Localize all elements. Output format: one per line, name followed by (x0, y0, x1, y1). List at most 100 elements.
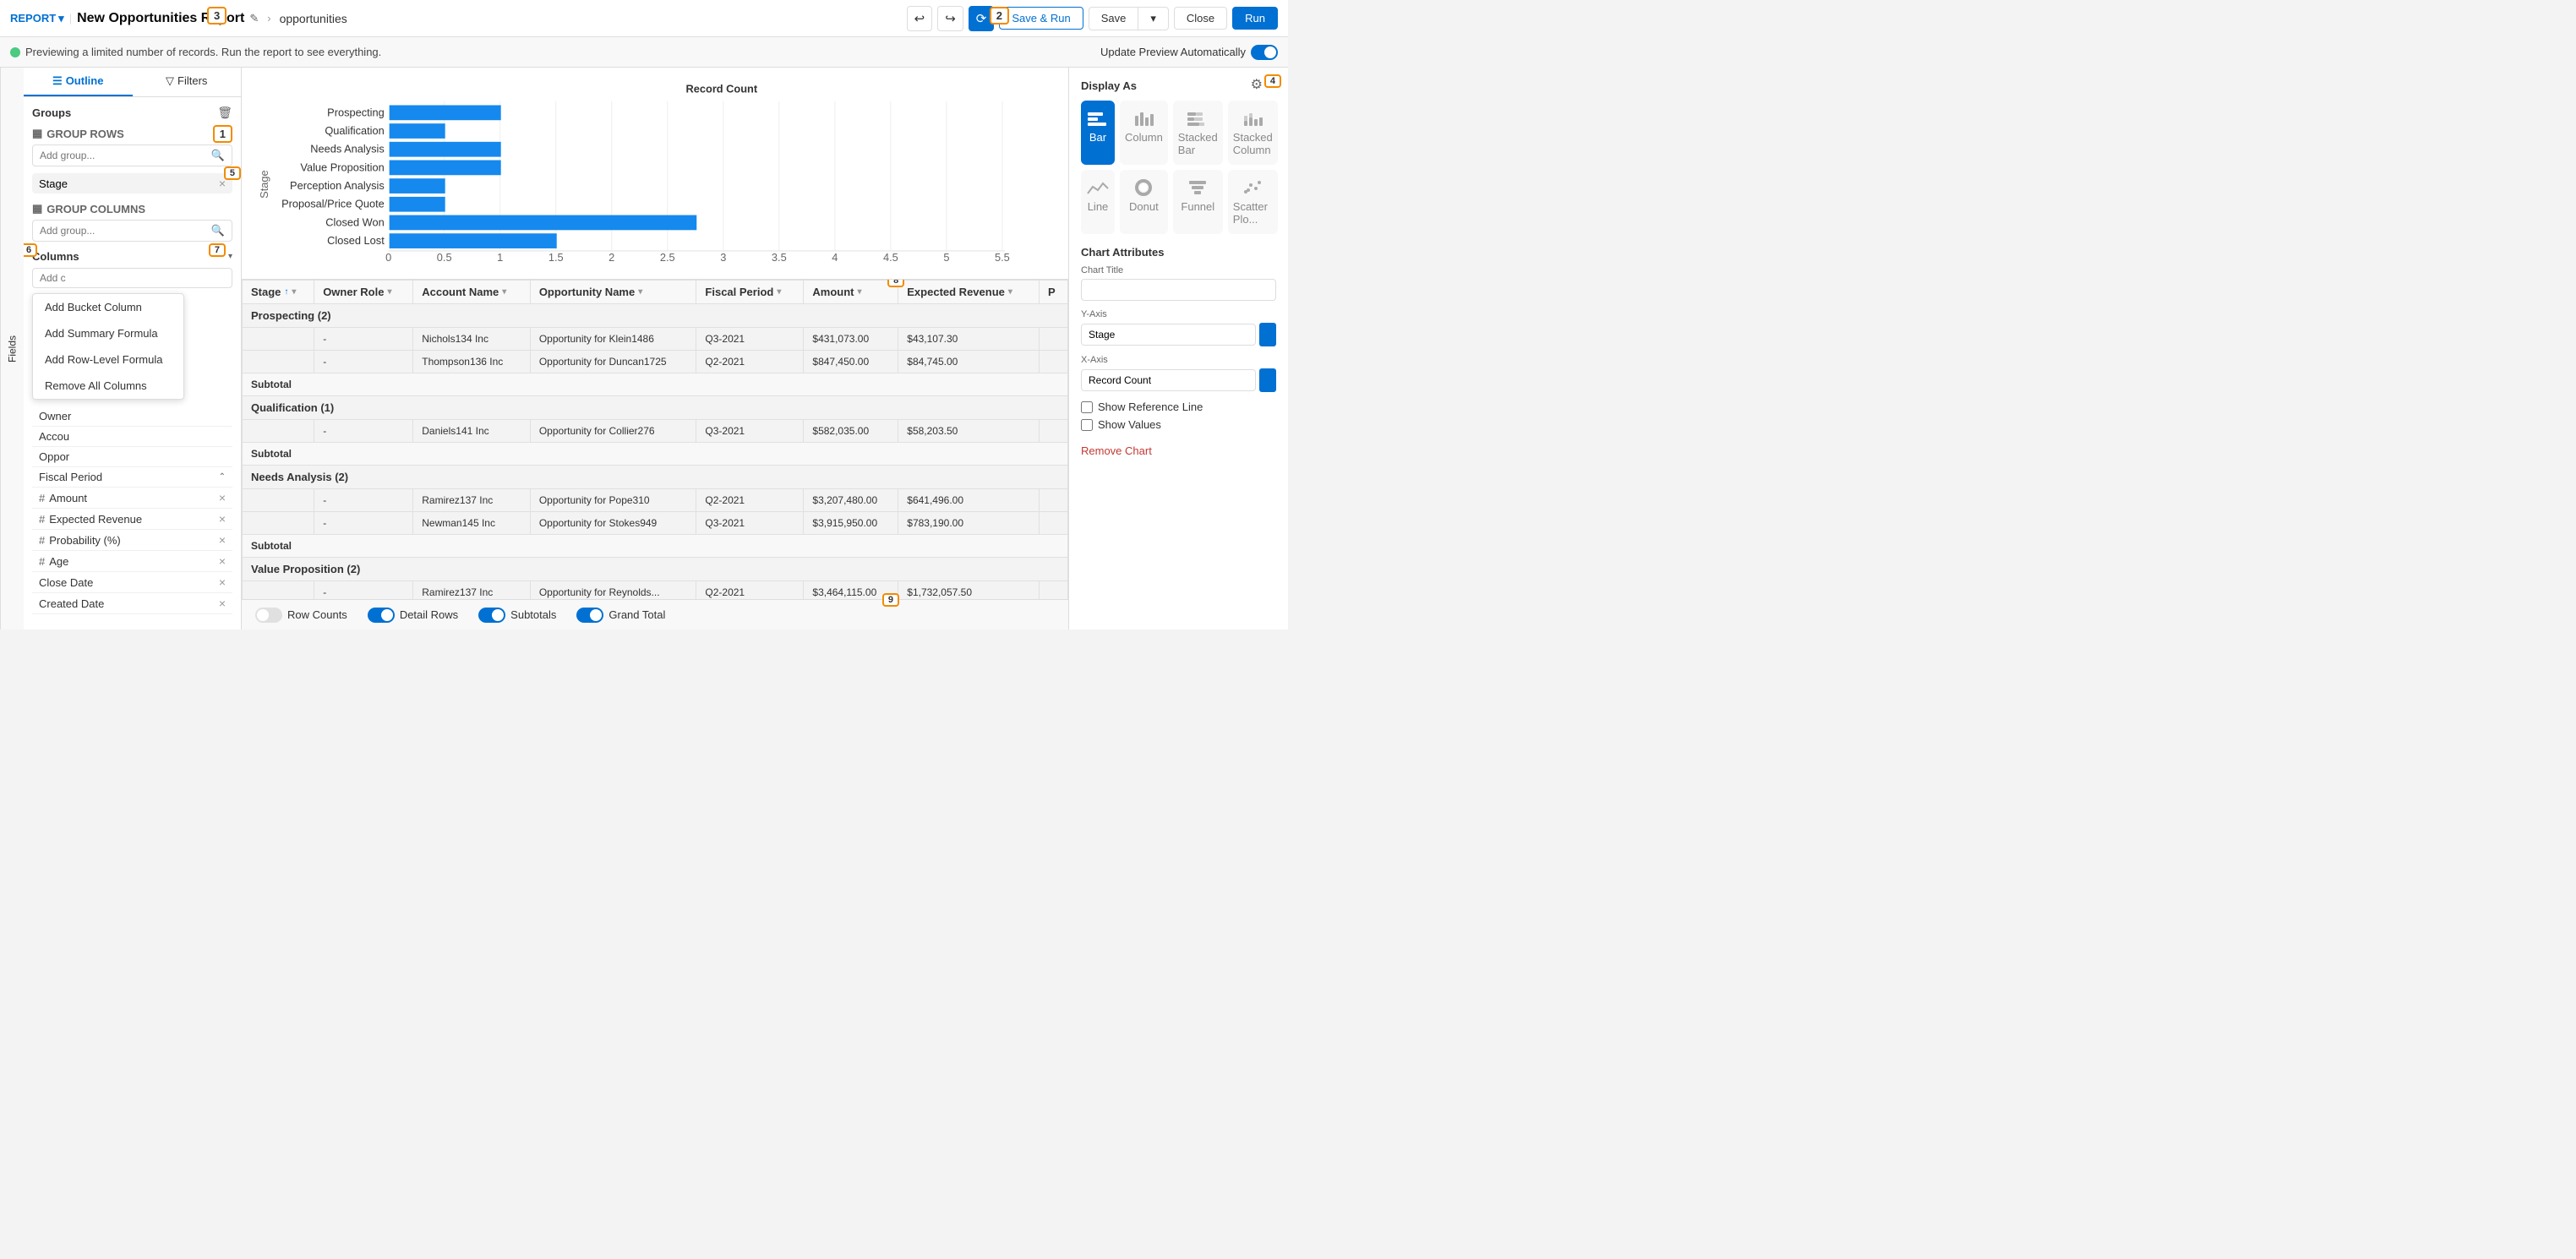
redo-button[interactable]: ↪ (937, 6, 963, 31)
chart-y-title: Stage (258, 170, 270, 198)
col-created-date-remove[interactable]: × (219, 597, 226, 610)
opp-filter-icon[interactable]: ▾ (638, 287, 642, 297)
x-axis-color-swatch[interactable] (1259, 368, 1276, 392)
add-bucket-col-item[interactable]: Add Bucket Column (33, 294, 183, 320)
save-dropdown-button[interactable]: ▾ (1138, 7, 1169, 30)
save-button[interactable]: Save (1089, 7, 1138, 30)
bar-closed-lost (390, 233, 557, 248)
stage-filter-icon[interactable]: ▾ (292, 287, 296, 297)
y-axis-row (1081, 323, 1276, 346)
table-row: Needs Analysis (2) (243, 465, 1068, 488)
svg-text:Closed Lost: Closed Lost (327, 234, 385, 247)
tab-outline[interactable]: ☰Outline (24, 68, 133, 96)
grand-total-toggle[interactable] (576, 608, 603, 623)
col-close-date-remove[interactable]: × (219, 575, 226, 589)
svg-text:0.5: 0.5 (437, 251, 452, 264)
svg-text:5.5: 5.5 (995, 251, 1010, 264)
grand-total-group: Grand Total (576, 608, 665, 623)
chart-attrs-title: Chart Attributes (1081, 246, 1276, 259)
bar-perception-analysis (390, 178, 445, 193)
chart-x-title: Record Count (686, 83, 758, 95)
tab-filters[interactable]: ▽Filters (133, 68, 242, 96)
svg-text:4.5: 4.5 (883, 251, 898, 264)
add-row-level-formula-item[interactable]: Add Row-Level Formula (33, 346, 183, 373)
col-age-remove[interactable]: × (219, 554, 226, 568)
group-rows-search[interactable] (40, 150, 211, 161)
display-line[interactable]: Line (1081, 170, 1115, 234)
bar-closed-won (390, 215, 697, 231)
x-axis-input[interactable] (1081, 369, 1256, 391)
display-donut[interactable]: Donut (1120, 170, 1168, 234)
add-group-rows-input[interactable]: 🔍 (32, 144, 232, 166)
detail-rows-group: Detail Rows (368, 608, 458, 623)
save-run-button[interactable]: Save & Run (999, 7, 1083, 30)
bar-needs-analysis (390, 142, 501, 157)
table-row: Qualification (1) (243, 395, 1068, 419)
dropdown-arrow-icon[interactable]: ▾ (58, 12, 64, 25)
display-stacked-column[interactable]: Stacked Column (1228, 101, 1278, 165)
y-axis-input[interactable] (1081, 324, 1256, 346)
bar-value-proposition (390, 161, 501, 176)
columns-dropdown-icon[interactable]: ▾ (228, 252, 232, 261)
undo-button[interactable]: ↩ (907, 6, 933, 31)
display-funnel[interactable]: Funnel (1173, 170, 1223, 234)
amount-filter-icon[interactable]: ▾ (858, 287, 862, 297)
group-cols-search[interactable] (40, 225, 211, 237)
remove-all-cols-item[interactable]: Remove All Columns (33, 373, 183, 399)
th-account-name: Account Name ▾ (413, 280, 531, 303)
col-probability-remove[interactable]: × (219, 533, 226, 547)
owner-filter-icon[interactable]: ▾ (387, 287, 391, 297)
col-amount-remove[interactable]: × (219, 491, 226, 504)
svg-text:2.5: 2.5 (660, 251, 675, 264)
badge-3: 3 (207, 7, 226, 25)
secondbar: Previewing a limited number of records. … (0, 37, 1288, 68)
show-ref-line-checkbox[interactable] (1081, 401, 1093, 413)
columns-section-header: Columns ▾ 6 7 (32, 250, 232, 263)
svg-text:4: 4 (832, 251, 838, 264)
th-amount: Amount ▾ 8 (804, 280, 898, 303)
update-preview-toggle[interactable] (1251, 45, 1278, 60)
table-row: - Newman145 Inc Opportunity for Stokes94… (243, 511, 1068, 534)
th-opportunity-name: Opportunity Name ▾ (530, 280, 696, 303)
add-summary-formula-item[interactable]: Add Summary Formula (33, 320, 183, 346)
show-values-checkbox[interactable] (1081, 419, 1093, 431)
col-created-date: Created Date × (32, 593, 232, 614)
col-opportunity-name: Oppor (32, 447, 232, 467)
add-group-cols-input[interactable]: 🔍 (32, 220, 232, 242)
settings-icon[interactable]: ⚙ (1251, 76, 1263, 93)
display-scatter[interactable]: Scatter Plo... (1228, 170, 1278, 234)
stacked-bar-icon (1186, 109, 1209, 128)
table-row: Value Proposition (2) (243, 557, 1068, 580)
display-bar[interactable]: Bar (1081, 101, 1115, 165)
chart-title-input[interactable] (1081, 279, 1276, 301)
table-row: - Ramirez137 Inc Opportunity for Reynold… (243, 580, 1068, 599)
close-button[interactable]: Close (1174, 7, 1227, 30)
detail-rows-toggle[interactable] (368, 608, 395, 623)
table-scroll[interactable]: Stage ↑ ▾ Owner Role ▾ (242, 280, 1068, 600)
chart-area: Record Count Stage 0 0.5 1 1.5 2 2.5 3 3… (242, 68, 1068, 280)
edit-icon[interactable]: ✎ (249, 12, 259, 25)
fiscal-period-chevron[interactable]: ⌃ (219, 472, 226, 482)
account-filter-icon[interactable]: ▾ (502, 287, 506, 297)
add-col-input[interactable] (32, 268, 232, 288)
y-axis-color-swatch[interactable] (1259, 323, 1276, 346)
sidebar: ☰Outline ▽Filters Groups 🗑 ▦ GROUP ROWS … (24, 68, 242, 630)
col-expected-revenue-remove[interactable]: × (219, 512, 226, 526)
exp-rev-filter-icon[interactable]: ▾ (1008, 287, 1012, 297)
show-ref-line-row: Show Reference Line (1081, 401, 1276, 413)
table-row: - Daniels141 Inc Opportunity for Collier… (243, 419, 1068, 442)
run-button[interactable]: Run (1232, 7, 1278, 30)
stage-sort-icon[interactable]: ↑ (284, 287, 288, 297)
fiscal-filter-icon[interactable]: ▾ (777, 287, 781, 297)
remove-chart-button[interactable]: Remove Chart (1081, 444, 1152, 457)
th-stage: Stage ↑ ▾ (243, 280, 314, 303)
add-col-search[interactable] (40, 272, 225, 284)
subtotals-toggle[interactable] (478, 608, 505, 623)
sidebar-inner: Groups 🗑 ▦ GROUP ROWS 🔍 Stage × 5 ▦ (24, 97, 241, 630)
row-counts-toggle[interactable] (255, 608, 282, 623)
display-column[interactable]: Column (1120, 101, 1168, 165)
groups-trash-icon[interactable]: 🗑 (217, 106, 232, 120)
fields-tab[interactable]: Fields (0, 68, 24, 630)
display-stacked-bar[interactable]: Stacked Bar (1173, 101, 1223, 165)
bar-icon (1086, 109, 1110, 128)
